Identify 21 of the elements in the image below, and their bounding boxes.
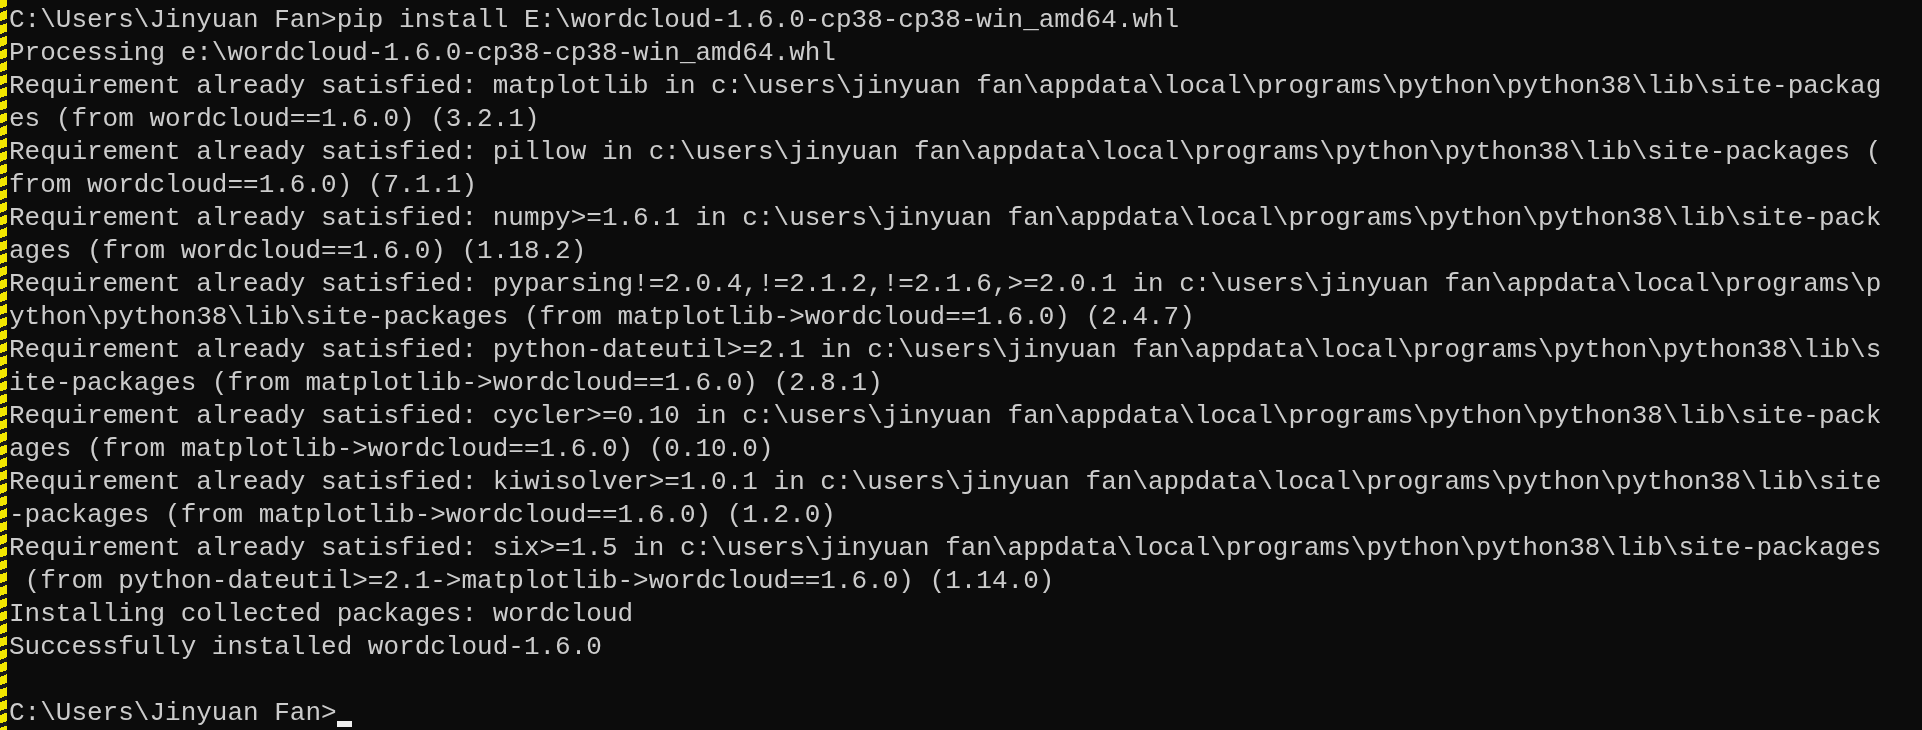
console-line: ages (from matplotlib->wordcloud==1.6.0) (0.10.0) <box>9 433 774 466</box>
console-line: Requirement already satisfied: pillow in c:\users\jinyuan fan\appdata\local\programs\python\python38\lib\site-packages ( <box>9 136 1882 169</box>
console-line: Successfully installed wordcloud-1.6.0 <box>9 631 602 664</box>
console-line: Requirement already satisfied: kiwisolver>=1.0.1 in c:\users\jinyuan fan\appdata\local\programs\python\python38\lib\site <box>9 466 1882 499</box>
console-line: -packages (from matplotlib->wordcloud==1.6.0) (1.2.0) <box>9 499 836 532</box>
console-line: Requirement already satisfied: matplotlib in c:\users\jinyuan fan\appdata\local\programs\python\python38\lib\site-packag <box>9 70 1882 103</box>
console-line: Requirement already satisfied: six>=1.5 in c:\users\jinyuan fan\appdata\local\programs\python\python38\lib\site-packages <box>9 532 1882 565</box>
console-line: es (from wordcloud==1.6.0) (3.2.1) <box>9 103 540 136</box>
console-line: Requirement already satisfied: numpy>=1.6.1 in c:\users\jinyuan fan\appdata\local\programs\python\python38\lib\site-pack <box>9 202 1882 235</box>
console-line: (from python-dateutil>=2.1->matplotlib->wordcloud==1.6.0) (1.14.0) <box>23 565 1055 598</box>
console-line: ite-packages (from matplotlib->wordcloud==1.6.0) (2.8.1) <box>9 367 883 400</box>
console-line: from wordcloud==1.6.0) (7.1.1) <box>9 169 478 202</box>
console-line: Requirement already satisfied: python-dateutil>=2.1 in c:\users\jinyuan fan\appdata\local\programs\python\python38\lib\s <box>9 334 1882 367</box>
console-line: Processing e:\wordcloud-1.6.0-cp38-cp38-win_amd64.whl <box>9 37 836 70</box>
console-line: Installing collected packages: wordcloud <box>9 598 634 631</box>
command-prompt: C:\Users\Jinyuan Fan> <box>9 697 337 730</box>
console-line: ython\python38\lib\site-packages (from matplotlib->wordcloud==1.6.0) (2.4.7) <box>9 301 1195 334</box>
console-line: Requirement already satisfied: cycler>=0.10 in c:\users\jinyuan fan\appdata\local\programs\python\python38\lib\site-pack <box>9 400 1882 433</box>
console-line: ages (from wordcloud==1.6.0) (1.18.2) <box>9 235 587 268</box>
console-line: C:\Users\Jinyuan Fan>pip install E:\wordcloud-1.6.0-cp38-cp38-win_amd64.whl <box>9 4 1180 37</box>
console-line: Requirement already satisfied: pyparsing!=2.0.4,!=2.1.2,!=2.1.6,>=2.0.1 in c:\users\jinyuan fan\appdata\local\programs\p <box>9 268 1882 301</box>
